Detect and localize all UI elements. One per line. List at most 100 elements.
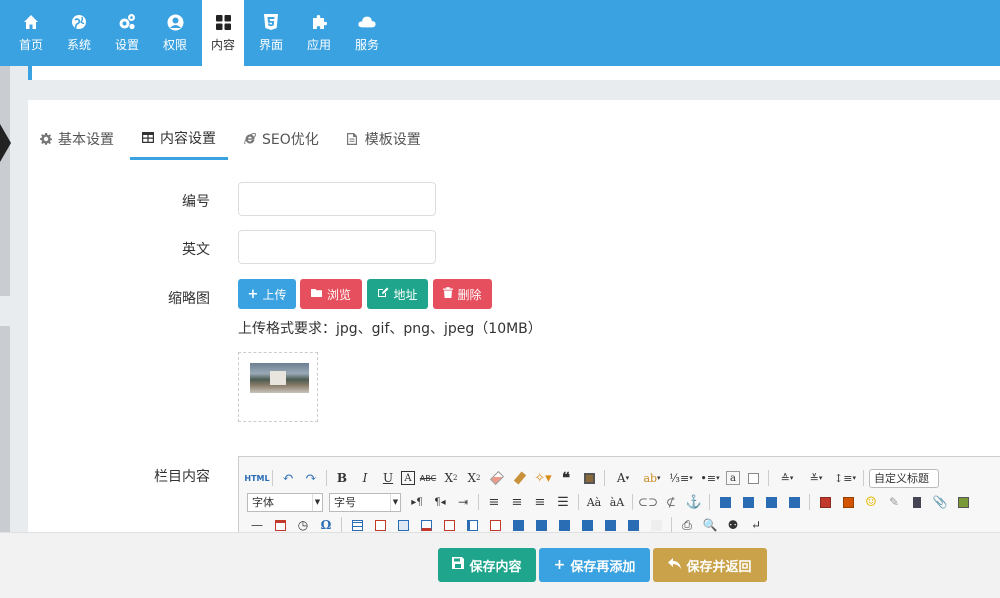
simple-upload-icon[interactable] [815, 492, 835, 512]
line-height-icon[interactable]: ↕≡ ▾ [832, 468, 858, 488]
nav-item-system[interactable]: 系统 [55, 0, 103, 66]
image-left-icon[interactable] [738, 492, 758, 512]
nav-label: 内容 [210, 38, 235, 52]
address-button[interactable]: 地址 [367, 279, 428, 309]
nav-label: 系统 [66, 38, 91, 52]
link-icon[interactable]: ⊂⊃ [638, 492, 658, 512]
tab-content-settings[interactable]: 内容设置 [130, 118, 228, 160]
row-spacing-top-icon[interactable]: ≙ ▾ [774, 468, 800, 488]
insert-video-icon[interactable] [907, 492, 927, 512]
lowercase-icon[interactable]: àA [607, 492, 627, 512]
font-color-icon[interactable]: A ▾ [610, 468, 636, 488]
italic-icon[interactable]: I [355, 468, 375, 488]
strikethrough-icon[interactable]: ABC [418, 468, 438, 488]
bold-icon[interactable]: B [332, 468, 352, 488]
align-justify-icon[interactable]: ☰ [553, 492, 573, 512]
browse-button[interactable]: 浏览 [300, 279, 362, 309]
reply-icon [668, 557, 682, 573]
folder-icon [310, 287, 323, 302]
content-label: 栏目内容 [154, 469, 210, 485]
underline-icon[interactable]: U [378, 468, 398, 488]
highlight-color-icon[interactable]: ab ▾ [639, 468, 665, 488]
globe-icon [70, 13, 88, 31]
row-spacing-bottom-icon[interactable]: ≚ ▾ [803, 468, 829, 488]
tab-label: 基本设置 [58, 132, 114, 148]
tab-label: 模板设置 [364, 132, 421, 148]
auto-format-icon[interactable]: ✧▾ [533, 468, 553, 488]
insert-image-icon[interactable] [838, 492, 858, 512]
browse-button-label: 浏览 [326, 287, 351, 302]
image-none-icon[interactable] [715, 492, 735, 512]
nav-label: 界面 [258, 38, 283, 52]
anchor-text-icon[interactable]: a [726, 471, 740, 485]
number-input[interactable] [238, 182, 436, 216]
save-and-return-label: 保存并返回 [686, 559, 752, 575]
sidebar-toggle-arrow-icon[interactable] [0, 124, 11, 162]
tab-seo[interactable]: SEO优化 [232, 118, 331, 160]
save-content-button[interactable]: 保存内容 [438, 548, 536, 582]
image-center-icon[interactable] [784, 492, 804, 512]
format-brush-icon[interactable] [510, 468, 530, 488]
uppercase-icon[interactable]: Aà [584, 492, 604, 512]
font-border-icon[interactable]: A [401, 471, 415, 485]
breadcrumb-strip [28, 66, 1000, 80]
thumbnail-preview[interactable] [238, 352, 318, 422]
eraser-icon[interactable] [487, 468, 507, 488]
attachment-icon[interactable]: 📎 [930, 492, 950, 512]
align-right-icon[interactable]: ≡ [530, 492, 550, 512]
html-source-button[interactable]: HTML [244, 468, 269, 488]
ordered-list-icon[interactable]: ⅓≡ ▾ [668, 468, 694, 488]
save-and-return-button[interactable]: 保存并返回 [653, 548, 767, 582]
accent-bar [28, 66, 32, 80]
toolbar-separator [709, 494, 710, 510]
font-family-select[interactable]: 字体 ▼ [247, 492, 323, 512]
custom-title-select[interactable]: 自定义标题 [869, 468, 939, 488]
subscript-icon[interactable]: X2 [464, 468, 484, 488]
address-button-label: 地址 [393, 287, 418, 302]
tab-basic-settings[interactable]: 基本设置 [28, 118, 126, 160]
english-input[interactable] [238, 230, 436, 264]
font-size-value: 字号 [334, 496, 356, 509]
font-size-select[interactable]: 字号 ▼ [329, 492, 401, 512]
rich-text-editor: HTML ↶ ↷ B I U A ABC X2 X2 ✧▾ ❝ A ▾ ab ▾ … [238, 456, 1000, 534]
delete-button[interactable]: 删除 [433, 279, 492, 309]
nav-item-apps[interactable]: 应用 [295, 0, 343, 66]
nav-label: 应用 [306, 38, 331, 52]
save-and-add-button[interactable]: + 保存再添加 [539, 548, 650, 582]
toolbar-separator [671, 517, 672, 533]
toolbar-separator [478, 494, 479, 510]
ltr-icon[interactable]: ▸¶ [407, 492, 427, 512]
unlink-icon[interactable]: ⊄ [661, 492, 681, 512]
align-left-icon[interactable]: ≡ [484, 492, 504, 512]
redo-icon[interactable]: ↷ [301, 468, 321, 488]
emotion-icon[interactable]: ☺ [861, 492, 881, 512]
nav-label: 权限 [162, 38, 187, 52]
image-gallery-icon[interactable] [953, 492, 973, 512]
nav-item-permissions[interactable]: 权限 [151, 0, 199, 66]
rtl-icon[interactable]: ¶◂ [430, 492, 450, 512]
tab-label: 内容设置 [160, 130, 216, 147]
nav-label: 首页 [18, 38, 43, 52]
anchor-icon[interactable]: ⚓ [684, 492, 704, 512]
new-document-icon[interactable] [743, 468, 763, 488]
paste-text-icon[interactable] [579, 468, 599, 488]
html5-icon [262, 13, 280, 31]
nav-item-home[interactable]: 首页 [7, 0, 55, 66]
nav-item-services[interactable]: 服务 [343, 0, 391, 66]
align-center-icon[interactable]: ≡ [507, 492, 527, 512]
tab-template-settings[interactable]: 模板设置 [335, 118, 433, 160]
gears-icon [118, 13, 136, 31]
nav-item-settings[interactable]: 设置 [103, 0, 151, 66]
toolbar-separator [272, 470, 273, 486]
scrawl-icon[interactable]: ✎ [884, 492, 904, 512]
nav-item-content[interactable]: 内容 [202, 0, 244, 66]
unordered-list-icon[interactable]: •≡ ▾ [697, 468, 723, 488]
indent-icon[interactable]: ⇥ [453, 492, 473, 512]
nav-item-interface[interactable]: 界面 [247, 0, 295, 66]
superscript-icon[interactable]: X2 [441, 468, 461, 488]
image-right-icon[interactable] [761, 492, 781, 512]
undo-icon[interactable]: ↶ [278, 468, 298, 488]
upload-button[interactable]: + 上传 [238, 279, 296, 309]
blockquote-icon[interactable]: ❝ [556, 468, 576, 488]
toolbar-separator [768, 470, 769, 486]
